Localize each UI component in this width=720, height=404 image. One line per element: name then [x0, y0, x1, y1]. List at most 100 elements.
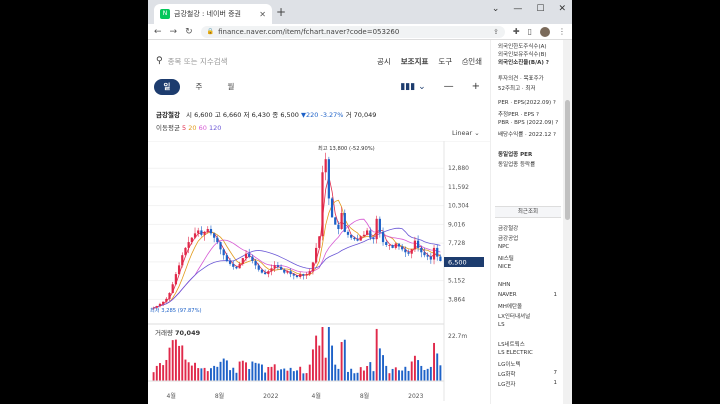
new-tab-plus-icon[interactable]: +	[276, 5, 286, 19]
recent-stock-link[interactable]: NHN	[498, 282, 510, 288]
scale-mode-toggle[interactable]: Linear ⌄	[452, 129, 480, 137]
stock-search-input[interactable]: 종목 또는 지수검색	[168, 56, 228, 67]
sidebar-info-row: PER · EPS(2022.09) ?	[498, 100, 556, 106]
naver-favicon: N	[160, 9, 170, 19]
volume-bar	[347, 371, 349, 381]
period-week-tab[interactable]: 주	[186, 79, 212, 95]
chevron-down-icon[interactable]: ⌄	[492, 4, 500, 14]
volume-bar	[184, 359, 187, 381]
volume-bar	[248, 369, 251, 381]
menu-indicators[interactable]: 보조지표	[401, 56, 429, 67]
candle-body	[346, 231, 350, 235]
puzzle-icon[interactable]: ✚	[513, 27, 520, 36]
recent-stock-link[interactable]: LG화학	[498, 370, 515, 378]
volume-bar	[318, 345, 321, 381]
candle-body	[359, 236, 362, 241]
candle-body	[209, 229, 213, 234]
high-label: 고	[214, 111, 221, 119]
candle-body	[299, 274, 302, 277]
candle-body	[365, 230, 369, 235]
period-day-tab[interactable]: 일	[154, 79, 180, 95]
candle-body	[187, 242, 190, 248]
price-tick-label: 9,016	[448, 221, 465, 228]
sidebar-info-row: 외국인한도주식수(A)	[498, 44, 547, 50]
more-menu-icon[interactable]: ⋮	[558, 27, 566, 36]
sidebar-icon[interactable]: ▯	[528, 27, 532, 36]
zoom-out-icon[interactable]: —	[444, 81, 454, 92]
zoom-in-icon[interactable]: +	[472, 81, 480, 92]
profile-avatar[interactable]	[540, 26, 550, 37]
volume-label: 거	[345, 111, 352, 119]
reload-icon[interactable]: ↻	[185, 27, 193, 37]
candlestick-type-icon[interactable]: ▮▮▮ ⌄	[400, 82, 425, 92]
recent-stock-link[interactable]: NI스틸	[498, 254, 514, 262]
volume-bar	[296, 370, 298, 381]
scrollbar-thumb[interactable]	[565, 100, 570, 220]
close-window-icon[interactable]: ✕	[558, 4, 566, 14]
candle-body	[308, 271, 311, 275]
volume-bar	[165, 359, 168, 381]
volume-bar	[152, 372, 155, 381]
volume-bar	[439, 365, 442, 381]
candle-body	[162, 301, 165, 304]
recent-stock-link[interactable]: 금강철강	[498, 224, 518, 232]
date-tick-label: 2023	[408, 393, 423, 400]
url-field[interactable]: 🔒 finance.naver.com/item/fchart.naver?co…	[200, 25, 505, 38]
candle-body	[318, 236, 321, 248]
volume-bar	[362, 370, 365, 381]
recent-stock-link[interactable]: LX인터내셔널	[498, 312, 530, 320]
ma-60[interactable]: 60	[199, 124, 207, 132]
candle-body	[404, 249, 407, 253]
volume-bar	[206, 371, 209, 381]
lock-icon: 🔒	[206, 28, 215, 35]
moving-average-lines	[153, 176, 441, 309]
recent-stock-link[interactable]: 금강공업	[498, 234, 518, 242]
volume-bar	[378, 348, 381, 381]
share-icon[interactable]: ⇪	[493, 28, 499, 36]
back-arrow-icon[interactable]: ←	[154, 27, 162, 37]
forward-arrow-icon[interactable]: →	[170, 27, 178, 37]
stock-chart[interactable]: 12,88011,59210,3049,0167,7286,4405,1523,…	[148, 141, 490, 404]
volume-bar	[388, 373, 391, 381]
page-scrollbar[interactable]	[563, 40, 572, 404]
recent-stock-link[interactable]: NAVER	[498, 292, 517, 298]
ma-label: 이동평균	[156, 124, 180, 132]
date-tick-label: 8월	[360, 392, 369, 400]
maximize-icon[interactable]: ☐	[536, 4, 544, 14]
candle-body	[181, 255, 184, 266]
moving-average-line	[153, 218, 441, 309]
menu-print[interactable]: ⎙인쇄	[462, 56, 482, 67]
ma-5[interactable]: 5	[182, 124, 186, 132]
volume-bar	[159, 363, 161, 381]
candle-body	[241, 258, 244, 264]
recent-stock-link[interactable]: LS네트웍스	[498, 340, 525, 348]
recent-stock-link[interactable]: NICE	[498, 264, 511, 270]
candle-body	[423, 252, 426, 256]
period-month-tab[interactable]: 월	[218, 79, 244, 95]
chart-menu: 공시 보조지표 도구 ⎙인쇄	[377, 56, 482, 67]
recent-stock-link[interactable]: NPC	[498, 244, 509, 250]
recent-stock-link[interactable]: LG이노텍	[498, 360, 521, 368]
recent-stock-link[interactable]: LS	[498, 322, 505, 328]
minimize-icon[interactable]: —	[513, 4, 522, 14]
open-value: 6,600	[194, 111, 213, 119]
volume-bar	[273, 364, 276, 381]
tab-close-icon[interactable]: ✕	[259, 10, 266, 19]
date-tick-label: 4월	[167, 392, 176, 400]
candle-body	[334, 217, 337, 225]
volume-bar	[305, 373, 308, 381]
volume-bar	[369, 362, 372, 381]
ma-20[interactable]: 20	[188, 124, 196, 132]
recent-stock-link[interactable]: LS ELECTRIC	[498, 350, 533, 356]
candle-body	[343, 213, 346, 232]
volume-bar	[315, 335, 318, 381]
menu-disclosure[interactable]: 공시	[377, 56, 391, 67]
date-axis: 4월 8월 2022 4월 8월 2023	[167, 392, 424, 400]
browser-tab[interactable]: N 금강철강 : 네이버 증권 ✕	[154, 4, 272, 24]
candle-body	[232, 263, 235, 267]
recent-stock-link[interactable]: LG전자	[498, 380, 515, 388]
recent-stock-link[interactable]: MH에탄올	[498, 302, 522, 310]
ma-120[interactable]: 120	[209, 124, 221, 132]
search-icon[interactable]: ⚲	[156, 56, 163, 66]
menu-tools[interactable]: 도구	[438, 56, 452, 67]
